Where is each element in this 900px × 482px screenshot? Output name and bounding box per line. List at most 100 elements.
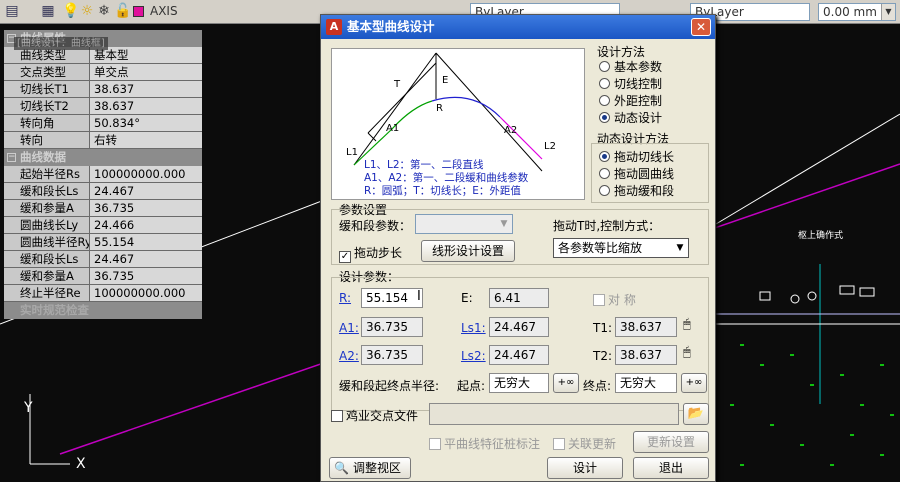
property-value: 36.735 — [90, 200, 202, 216]
t1-field[interactable]: 38.637 — [615, 317, 677, 337]
bulb-icon[interactable]: 💡 — [62, 3, 79, 20]
property-value: 50.834° — [90, 115, 202, 131]
radio-external-control[interactable]: 外距控制 — [599, 93, 662, 109]
radio-drag-circle[interactable]: 拖动圆曲线 — [599, 166, 674, 182]
radio-tangent-control[interactable]: 切线控制 — [599, 76, 662, 92]
checkbox-icon — [331, 410, 343, 422]
label-a1: A1 — [386, 123, 400, 134]
property-row[interactable]: 缓和参量A 36.735 — [4, 200, 202, 217]
collapse-icon[interactable]: − — [7, 153, 16, 162]
radio-drag-transition[interactable]: 拖动缓和段 — [599, 183, 674, 199]
mouse-pick-icon[interactable]: 🖱 — [683, 317, 691, 332]
group-header-curve-data[interactable]: − 曲线数据 — [4, 149, 202, 166]
layer-combo[interactable]: AXIS — [146, 3, 314, 21]
exit-button[interactable]: 退出 — [633, 457, 709, 479]
radio-label: 基本参数 — [614, 60, 663, 74]
property-value: 右转 — [90, 132, 202, 148]
property-row[interactable]: 交点类型 单交点 — [4, 64, 202, 81]
label-e: E — [442, 75, 449, 86]
t2-field[interactable]: 38.637 — [615, 345, 677, 365]
r-link[interactable]: R: — [339, 291, 351, 305]
update-settings-button[interactable]: 更新设置 — [633, 431, 709, 453]
property-row[interactable]: 切线长T1 38.637 — [4, 81, 202, 98]
group-header-spec-check[interactable]: 实时规范检查 — [4, 302, 202, 319]
property-key: 圆曲线半径Ry — [4, 234, 90, 250]
chevron-down-icon: ▼ — [500, 219, 508, 229]
folder-open-icon[interactable]: 📂 — [683, 403, 709, 425]
design-button[interactable]: 设计 — [547, 457, 623, 479]
drag-step-checkbox[interactable]: ✓ 拖动步长 — [339, 244, 402, 263]
end-infinity-button[interactable]: +∞ — [681, 373, 707, 393]
drag-control-combo[interactable]: 各参数等比缩放 ▼ — [553, 238, 689, 258]
lineweight-value: 0.00 mm — [823, 5, 877, 19]
layer-state-icon[interactable]: ▦ — [40, 3, 56, 20]
property-row[interactable]: 圆曲线长Ly 24.466 — [4, 217, 202, 234]
intersection-file-field[interactable] — [429, 403, 679, 425]
property-value: 24.467 — [90, 251, 202, 267]
property-key: 切线长T1 — [4, 81, 90, 97]
property-row[interactable]: 起始半径Rs 100000000.000 — [4, 166, 202, 183]
property-row[interactable]: 切线长T2 38.637 — [4, 98, 202, 115]
adjust-view-button[interactable]: 🔍 调整视区 — [329, 457, 411, 479]
property-row[interactable]: 圆曲线半径Ry 55.154 — [4, 234, 202, 251]
radio-label: 外距控制 — [614, 94, 663, 108]
property-row[interactable]: 缓和参量A 36.735 — [4, 268, 202, 285]
freeze-icon[interactable]: ❄ — [97, 3, 111, 20]
tangent-dim-line — [367, 62, 437, 134]
property-value: 24.466 — [90, 217, 202, 233]
curve-design-dialog: A 基本型曲线设计 ✕ T E R A1 A2 L1 L2 L1、L2：第一、二… — [320, 14, 716, 482]
intersection-file-checkbox[interactable]: 鸡业交点文件 — [331, 407, 418, 424]
ls2-field[interactable]: 24.467 — [489, 345, 549, 365]
property-row[interactable]: 转向角 50.834° — [4, 115, 202, 132]
dialog-title: 基本型曲线设计 — [347, 19, 435, 34]
end-radius-field[interactable]: 无穷大 — [615, 373, 677, 393]
e-field[interactable]: 6.41 — [489, 288, 549, 308]
edge-line — [715, 113, 900, 225]
close-button[interactable]: ✕ — [691, 18, 711, 36]
sun-icon[interactable]: ☼ — [80, 3, 94, 20]
linked-update-checkbox[interactable]: 关联更新 — [553, 435, 616, 452]
label-l1: L1 — [346, 147, 358, 158]
checkbox-icon — [429, 438, 441, 450]
tangent-line-2 — [435, 52, 543, 172]
a1-field[interactable]: 36.735 — [361, 317, 423, 337]
station-symbols — [759, 285, 875, 304]
dialog-titlebar[interactable]: A 基本型曲线设计 ✕ — [321, 15, 715, 39]
property-row[interactable]: 转向 右转 — [4, 132, 202, 149]
radio-dynamic-design[interactable]: 动态设计 — [599, 110, 662, 126]
property-row[interactable]: 缓和段长Ls 24.467 — [4, 183, 202, 200]
radio-basic-params[interactable]: 基本参数 — [599, 59, 662, 75]
properties-palette: −曲线属性 曲线类型基本型 交点类型单交点 切线长T138.637 切线长T23… — [4, 30, 202, 319]
text-cursor-icon: Ⅰ — [417, 289, 421, 304]
start-radius-field[interactable]: 无穷大 — [489, 373, 549, 393]
radio-drag-tangent[interactable]: 拖动切线长 — [599, 149, 674, 165]
lineweight-combo[interactable]: 0.00 mm ▼ — [818, 3, 896, 21]
mouse-pick-icon[interactable]: 🖱 — [683, 345, 691, 360]
layer-manager-icon[interactable]: ▤ — [4, 3, 20, 20]
property-value: 24.467 — [90, 183, 202, 199]
lock-icon[interactable]: 🔓 — [114, 3, 131, 20]
symmetric-label: 对 称 — [608, 293, 636, 307]
ls1-link[interactable]: Ls1: — [461, 321, 486, 335]
t2-label: T2: — [593, 349, 613, 363]
property-key: 缓和段长Ls — [4, 183, 90, 199]
radio-dot — [599, 61, 610, 72]
transition-param-combo[interactable]: ▼ — [415, 214, 513, 234]
start-infinity-button[interactable]: +∞ — [553, 373, 579, 393]
ls1-field[interactable]: 24.467 — [489, 317, 549, 337]
symmetric-checkbox[interactable]: 对 称 — [593, 291, 636, 308]
a2-field[interactable]: 36.735 — [361, 345, 423, 365]
a1-link[interactable]: A1: — [339, 321, 359, 335]
ls2-link[interactable]: Ls2: — [461, 349, 486, 363]
a2-link[interactable]: A2: — [339, 349, 359, 363]
group-title: 曲线数据 — [20, 150, 66, 164]
linear-design-settings-button[interactable]: 线形设计设置 — [421, 240, 515, 262]
property-row[interactable]: 缓和段长Ls 24.467 — [4, 251, 202, 268]
checkbox-icon — [553, 438, 565, 450]
cad-text-label: 枢上确作式 — [798, 231, 844, 241]
property-key: 终止半径Re — [4, 285, 90, 301]
r-field[interactable]: 55.154 — [361, 288, 423, 308]
flat-curve-checkbox[interactable]: 平曲线特征桩标注 — [429, 435, 540, 452]
property-row[interactable]: 终止半径Re 100000000.000 — [4, 285, 202, 302]
app-logo-icon: A — [326, 19, 342, 35]
